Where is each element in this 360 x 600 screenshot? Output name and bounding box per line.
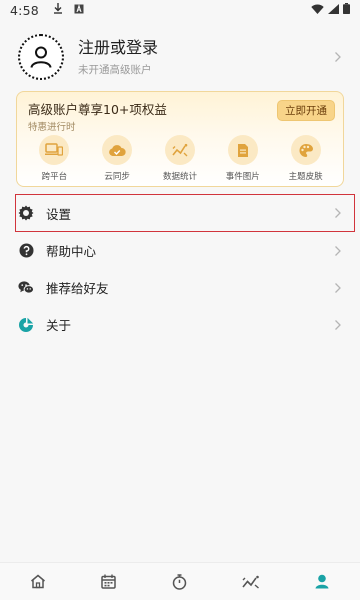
premium-subtitle: 特惠进行时 (28, 122, 76, 133)
avatar[interactable] (18, 34, 64, 80)
feature-data-stats[interactable]: 数据统计 (150, 135, 210, 182)
nav-stats[interactable] (231, 567, 271, 597)
bottom-nav (0, 562, 360, 600)
battery-icon (343, 3, 350, 17)
app-a-icon (74, 3, 84, 17)
palette-icon (290, 135, 321, 165)
premium-title: 高级账户尊享10+项权益 (28, 102, 167, 117)
feature-label: 主题皮肤 (288, 172, 323, 182)
login-title: 注册或登录 (78, 37, 159, 57)
chevron-right-icon (335, 282, 341, 293)
feature-label: 跨平台 (41, 172, 68, 182)
home-icon (30, 574, 45, 589)
nav-profile[interactable] (302, 567, 342, 597)
profile-icon (315, 574, 329, 589)
status-bar: 4:58 (0, 0, 360, 20)
chevron-right-icon (335, 52, 341, 62)
feature-label: 数据统计 (162, 172, 197, 182)
chart-stats-icon (164, 135, 195, 165)
signal-icon (328, 3, 339, 17)
feature-cloud-sync[interactable]: 云同步 (87, 135, 147, 182)
feature-multi-platform[interactable]: 跨平台 (24, 135, 84, 182)
menu-item-settings[interactable]: 设置 (0, 194, 360, 232)
feature-label: 事件图片 (225, 172, 260, 182)
menu-label: 设置 (46, 206, 72, 222)
wechat-icon (18, 280, 34, 296)
premium-card[interactable]: 高级账户尊享10+项权益 特惠进行时 立即开通 跨平台 云同步 数据统计 事件图… (16, 91, 344, 187)
menu-label: 推荐给好友 (46, 281, 109, 296)
nav-home[interactable] (18, 567, 58, 597)
wifi-icon (311, 3, 324, 17)
feature-label: 云同步 (104, 172, 130, 182)
feature-event-images[interactable]: 事件图片 (213, 135, 273, 182)
menu-item-help-center[interactable]: 帮助中心 (0, 232, 360, 269)
activate-now-button[interactable]: 立即开通 (277, 100, 335, 121)
gear-icon (18, 205, 34, 221)
status-time: 4:58 (10, 2, 39, 18)
chevron-right-icon (335, 245, 341, 256)
event-image-icon (227, 135, 258, 165)
download-icon (53, 3, 63, 17)
account-status: 未开通高级账户 (78, 63, 152, 76)
help-icon (18, 243, 34, 259)
cloud-sync-icon (102, 135, 133, 165)
nav-timer[interactable] (160, 567, 200, 597)
app-logo-icon (18, 317, 34, 333)
chevron-right-icon (335, 208, 341, 218)
calendar-icon (101, 574, 117, 589)
user-icon (30, 46, 52, 68)
premium-features: 跨平台 云同步 数据统计 事件图片 主题皮肤 (17, 135, 343, 182)
chevron-right-icon (335, 319, 341, 330)
menu-item-about[interactable]: 关于 (0, 306, 360, 343)
nav-calendar[interactable] (89, 567, 129, 597)
settings-menu: 设置 帮助中心 推荐给好友 关于 (0, 194, 360, 343)
menu-label: 帮助中心 (46, 244, 97, 259)
timer-icon (173, 573, 187, 590)
feature-theme-skins[interactable]: 主题皮肤 (276, 135, 336, 182)
menu-label: 关于 (46, 318, 72, 333)
profile-login-row[interactable]: 注册或登录 未开通高级账户 (0, 28, 360, 86)
stats-icon (242, 575, 260, 589)
menu-item-recommend-friends[interactable]: 推荐给好友 (0, 269, 360, 306)
multi-platform-icon (39, 135, 70, 165)
